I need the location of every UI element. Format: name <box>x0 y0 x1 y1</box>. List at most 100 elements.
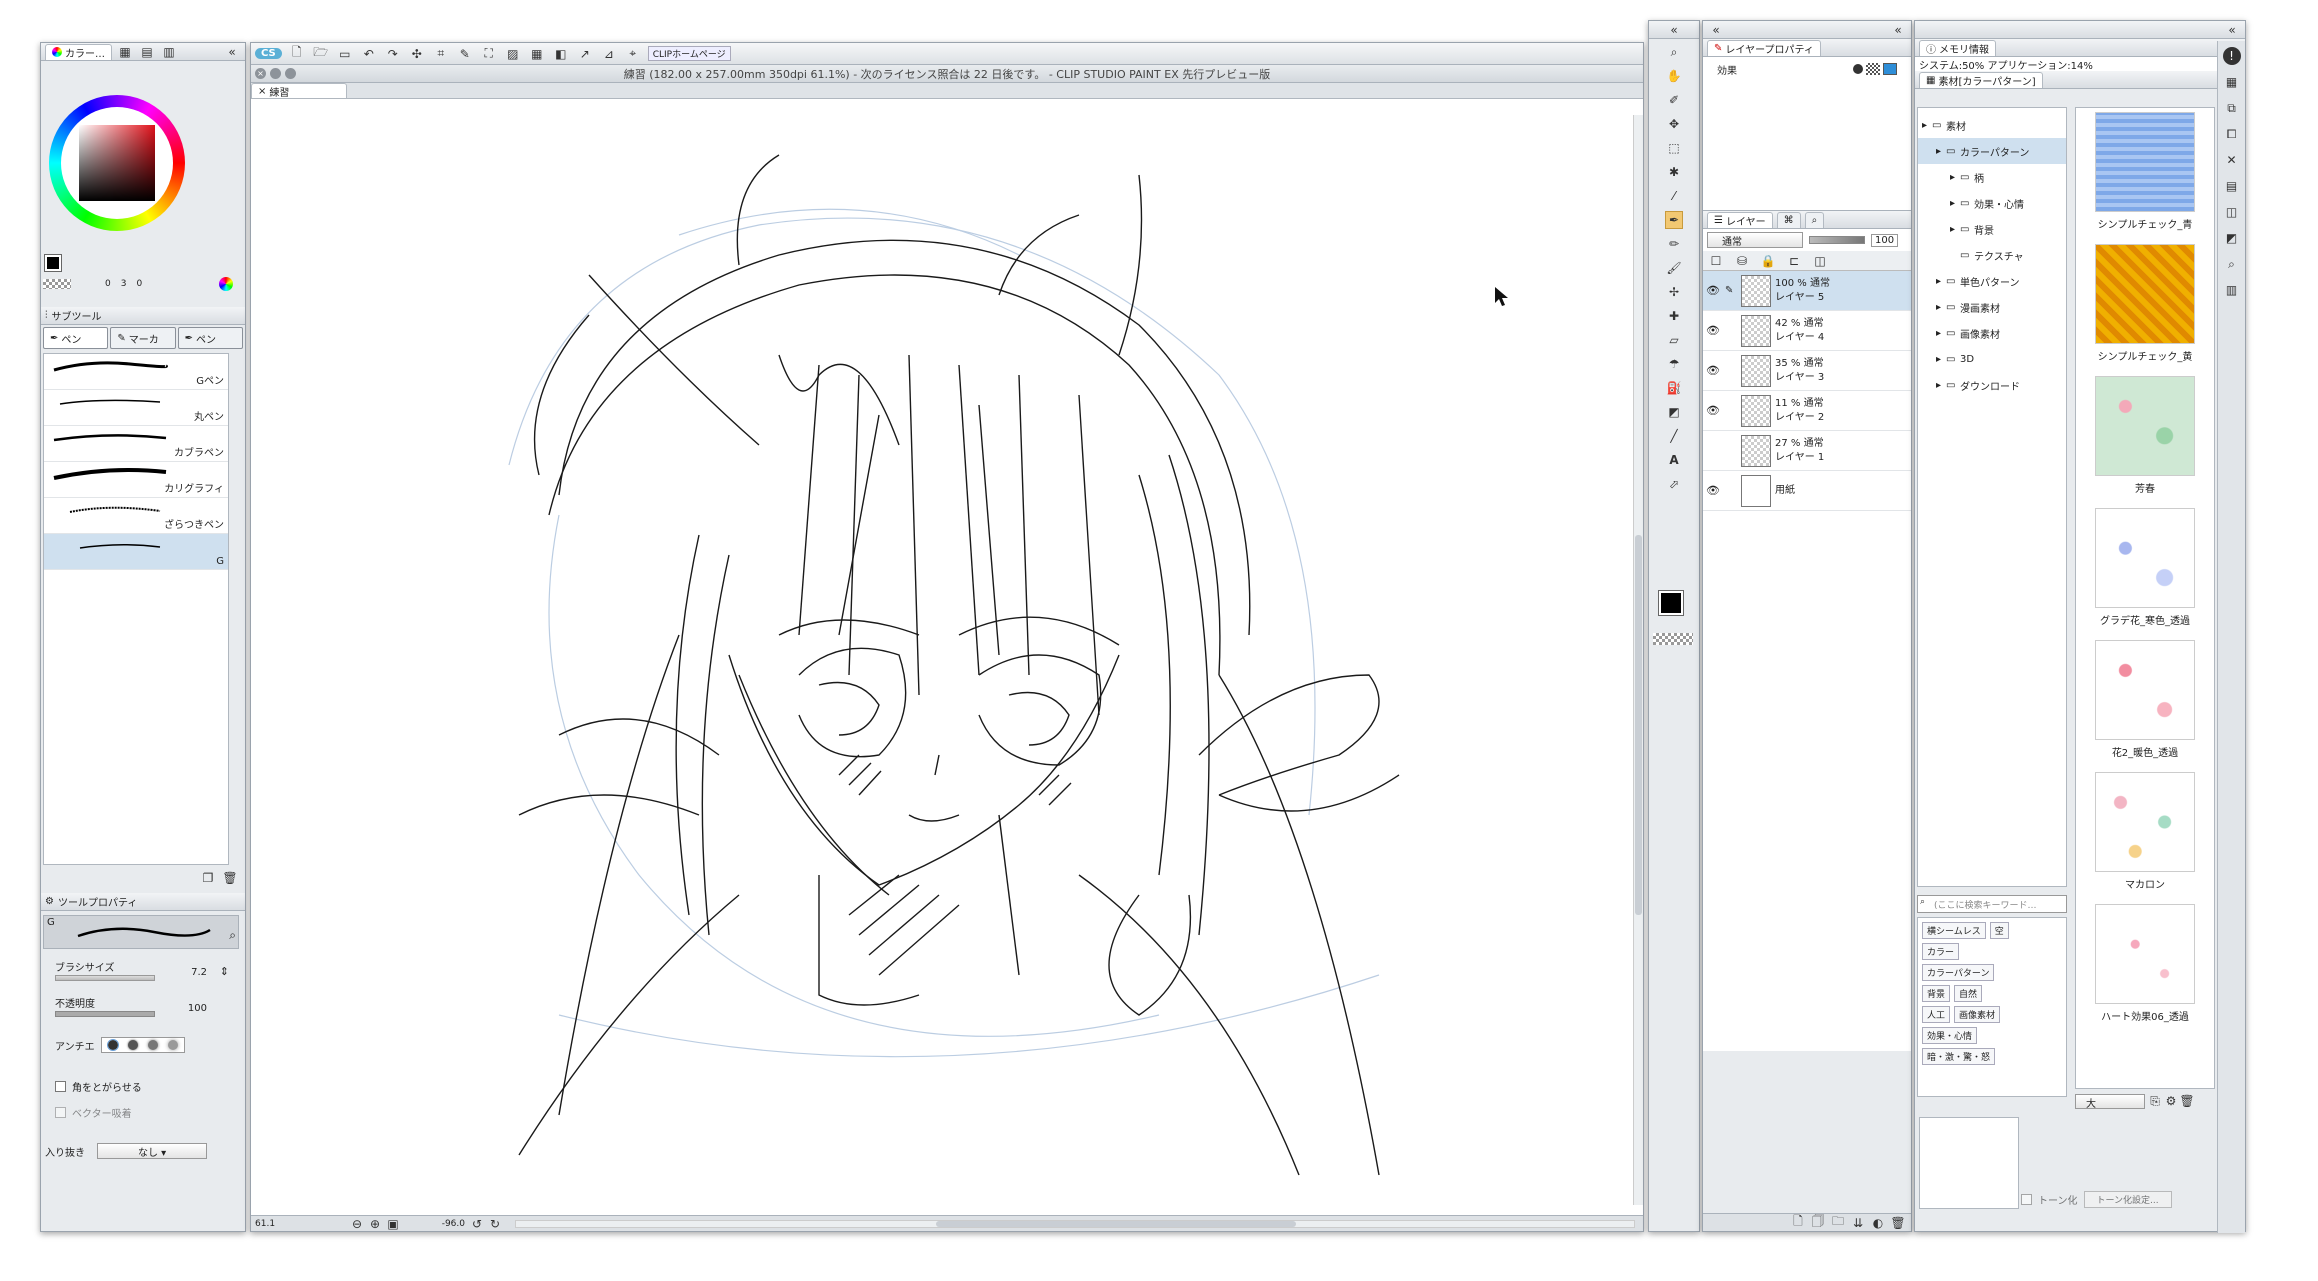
tool-selection-icon[interactable]: ⬚ <box>1665 139 1683 157</box>
tag-button[interactable]: カラー <box>1922 943 1960 960</box>
tone-checkbox[interactable] <box>2021 1194 2032 1205</box>
subtool-tab-pen[interactable]: ✒ ペン <box>43 327 109 349</box>
intermediate-color-icon[interactable]: ▥ <box>160 43 178 61</box>
fit-icon[interactable]: ⛶ <box>480 45 498 63</box>
tool-move-icon[interactable]: ✥ <box>1665 115 1683 133</box>
tool-figure-icon[interactable]: ╱ <box>1665 427 1683 445</box>
tree-item[interactable]: ▸ ▭ 3D <box>1918 346 2066 372</box>
layer-search-icon[interactable]: ⌕ <box>2223 255 2241 273</box>
redo-icon[interactable]: ↷ <box>384 45 402 63</box>
mask-layer-icon[interactable]: ◐ <box>1869 1214 1887 1232</box>
disclosure-icon[interactable]: ▸ <box>1936 276 1946 287</box>
merge-down-icon[interactable]: ⇊ <box>1849 1214 1867 1232</box>
snap-special-icon[interactable]: ⊿ <box>600 45 618 63</box>
tab-layer-property[interactable]: ✎ レイヤープロパティ <box>1707 39 1821 56</box>
tab-navigator[interactable]: ⌘ <box>1776 211 1801 228</box>
pressure-icon[interactable]: ⇕ <box>220 965 229 978</box>
home-page-button[interactable]: CLIPホームページ <box>647 46 731 61</box>
clip-logo[interactable]: CS <box>255 48 282 59</box>
eye-icon[interactable]: 👁 <box>1705 484 1721 497</box>
main-color-swatch[interactable] <box>1658 590 1684 616</box>
transparent-color-swatch[interactable] <box>43 279 71 289</box>
close-tab-icon[interactable]: × <box>258 86 266 97</box>
layer-row[interactable]: 27 % 通常 レイヤー 1 <box>1703 431 1911 471</box>
vector-checkbox-row[interactable]: ベクター吸着 <box>55 1105 132 1120</box>
opacity-row[interactable]: 不透明度 100 <box>55 995 231 1023</box>
new-file-icon[interactable]: 🗋 <box>288 45 306 63</box>
rotation-value[interactable]: -96.0 <box>405 1219 465 1229</box>
tone-effect-icon[interactable] <box>1866 63 1880 75</box>
subtool-item[interactable]: カリグラフィ <box>44 462 228 498</box>
subview-icon[interactable]: ⧠ <box>2223 125 2241 143</box>
delete-subtool-icon[interactable]: 🗑 <box>221 869 239 887</box>
tool-property-icon[interactable]: ◩ <box>2223 229 2241 247</box>
tool-pencil-icon[interactable]: ✏ <box>1665 235 1683 253</box>
layer-row[interactable]: 👁 11 % 通常 レイヤー 2 <box>1703 391 1911 431</box>
material-thumbnail[interactable]: シンプルチェック_青 <box>2076 108 2214 240</box>
canvas-vscroll[interactable] <box>1633 115 1643 1205</box>
tree-item[interactable]: ▸ ▭ 効果・心情 <box>1918 190 2066 216</box>
layer-opacity-slider[interactable] <box>1809 236 1865 244</box>
material-thumbnail[interactable]: ハート効果06_透過 <box>2076 900 2214 1032</box>
collapse-icon[interactable]: « <box>223 43 241 61</box>
tab-search[interactable]: ⌕ <box>1804 211 1825 228</box>
color-set-icon[interactable]: ▦ <box>116 43 134 61</box>
copy-subtool-icon[interactable]: ❐ <box>199 869 217 887</box>
blend-mode-select[interactable]: 通常 <box>1707 232 1803 248</box>
sharpen-checkbox[interactable] <box>55 1081 66 1092</box>
checkbox-icon[interactable]: ☐ <box>1707 252 1725 270</box>
tree-item[interactable]: ▸ ▭ 素材 <box>1918 112 2066 138</box>
grid-icon[interactable]: ▦ <box>528 45 546 63</box>
pen-icon[interactable]: ✎ <box>456 45 474 63</box>
snap-grid-icon[interactable]: ⌖ <box>624 45 642 63</box>
disclosure-icon[interactable]: ▸ <box>1922 120 1932 131</box>
save-icon[interactable]: ▭ <box>336 45 354 63</box>
delete-layer-icon[interactable]: 🗑 <box>1889 1214 1907 1232</box>
layer-row[interactable]: 👁 35 % 通常 レイヤー 3 <box>1703 351 1911 391</box>
color-history-icon[interactable]: ▤ <box>138 43 156 61</box>
tree-item[interactable]: ▸ ▭ カラーパターン <box>1918 138 2066 164</box>
clear-icon[interactable]: ▨ <box>504 45 522 63</box>
brush-size-row[interactable]: ブラシサイズ 7.2 ⇕ <box>55 959 231 987</box>
material-props-icon[interactable]: ⚙ <box>2165 1092 2177 1110</box>
tool-auto-select-icon[interactable]: ✱ <box>1665 163 1683 181</box>
undo-icon[interactable]: ↶ <box>360 45 378 63</box>
tag-button[interactable]: 効果・心情 <box>1922 1027 1978 1044</box>
tag-button[interactable]: 空 <box>1989 922 2009 939</box>
tool-decoration-icon[interactable]: ✚ <box>1665 307 1683 325</box>
tree-item[interactable]: ▸ ▭ 単色パターン <box>1918 268 2066 294</box>
tab-memory[interactable]: ⓘ メモリ情報 <box>1919 39 1996 56</box>
transparent-color-swatch[interactable] <box>1653 633 1693 645</box>
delete-material-icon[interactable]: 🗑 <box>2179 1092 2194 1110</box>
layer-color-icon[interactable] <box>1883 63 1897 75</box>
tool-airbrush-icon[interactable]: ✢ <box>1665 283 1683 301</box>
rotate-right-icon[interactable]: ↻ <box>489 1217 501 1231</box>
tab-layer[interactable]: ☰ レイヤー <box>1707 211 1773 228</box>
disclosure-icon[interactable]: ▸ <box>1950 172 1960 183</box>
snap-ruler-icon[interactable]: ↗ <box>576 45 594 63</box>
tag-button[interactable]: 横シームレス <box>1922 922 1986 939</box>
tool-pen-icon[interactable]: ✒ <box>1665 211 1683 229</box>
tool-blend-icon[interactable]: ☂ <box>1665 355 1683 373</box>
tag-button[interactable]: カラーパターン <box>1922 964 1995 981</box>
disclosure-icon[interactable]: ▸ <box>1950 198 1960 209</box>
tree-item[interactable]: ▸ ▭ 背景 <box>1918 216 2066 242</box>
ref-layer-icon[interactable]: ⛁ <box>1733 252 1751 270</box>
layer-row[interactable]: 👁 42 % 通常 レイヤー 4 <box>1703 311 1911 351</box>
antialias-selector[interactable] <box>100 1037 185 1053</box>
paste-material-icon[interactable]: ⎘ <box>2149 1092 2161 1110</box>
tool-dropper-icon[interactable]: ⁄ <box>1665 187 1683 205</box>
new-folder-icon[interactable]: 🗀 <box>1829 1214 1847 1232</box>
ruler-icon[interactable]: ◧ <box>552 45 570 63</box>
collapse-icon[interactable]: « <box>1889 21 1907 39</box>
drawing-canvas[interactable] <box>259 115 1627 1205</box>
material-thumbnail[interactable]: 芳春 <box>2076 372 2214 504</box>
main-color-swatch[interactable] <box>44 254 62 272</box>
doc-tab[interactable]: × 練習 <box>251 83 347 99</box>
tab-color[interactable]: カラー… <box>45 43 112 60</box>
layer-row[interactable]: 👁 ✎ 100 % 通常 レイヤー 5 <box>1703 271 1911 311</box>
tag-button[interactable]: 自然 <box>1954 985 1983 1002</box>
collapse-icon[interactable]: « <box>1665 21 1683 39</box>
tool-eraser-icon[interactable]: ▱ <box>1665 331 1683 349</box>
lock-icon[interactable]: 🔒 <box>1759 252 1777 270</box>
